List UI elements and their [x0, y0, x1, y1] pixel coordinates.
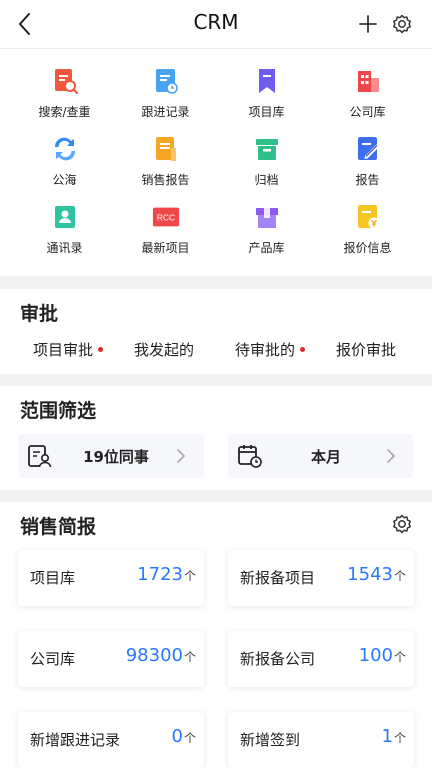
chevron-right-icon	[177, 449, 185, 463]
grid-label: 搜索/查重	[38, 105, 91, 119]
quote-yen-icon	[357, 205, 379, 229]
report-pen-icon	[357, 137, 379, 160]
colleague-filter-button[interactable]: 19位同事	[18, 434, 204, 478]
stat-number: 1	[381, 726, 393, 747]
stat-card-company-library[interactable]: 公司库 98300个	[18, 631, 204, 687]
grid-item-public-sea[interactable]: 公海	[14, 129, 115, 197]
project-bookmark-icon	[258, 69, 275, 93]
stat-value: 100个	[359, 645, 406, 666]
grid-label: 产品库	[248, 241, 285, 255]
approval-section: 审批 项目审批 我发起的 待审批的 报价审批	[0, 289, 432, 374]
stat-unit: 个	[393, 569, 406, 583]
rcc-icon: RCC	[152, 207, 179, 227]
function-grid-card: 搜索/查重 跟进记录 项目库 公司库 公海 销售报告 归档 报告 通讯录 RCC…	[0, 48, 432, 276]
grid-item-company-library[interactable]: 公司库	[317, 61, 418, 129]
approval-label: 报价审批	[336, 341, 397, 359]
grid-item-project-library[interactable]: 项目库	[216, 61, 317, 129]
stat-unit: 个	[393, 650, 406, 664]
approval-item-pending[interactable]: 待审批的	[235, 339, 306, 360]
grid-label: 跟进记录	[141, 105, 190, 119]
stat-number: 0	[171, 726, 183, 747]
company-building-icon	[357, 71, 379, 92]
grid-item-product-library[interactable]: 产品库	[216, 197, 317, 265]
grid-item-report[interactable]: 报告	[317, 129, 418, 197]
stat-unit: 个	[183, 731, 196, 745]
stat-unit: 个	[183, 569, 196, 583]
function-grid: 搜索/查重 跟进记录 项目库 公司库 公海 销售报告 归档 报告 通讯录 RCC…	[14, 61, 418, 265]
stat-label: 新报备公司	[240, 650, 316, 668]
grid-item-quote-info[interactable]: 报价信息	[317, 197, 418, 265]
grid-item-latest-projects[interactable]: RCC 最新项目	[115, 197, 216, 265]
stat-label: 项目库	[30, 569, 76, 587]
stat-value: 1723个	[137, 564, 196, 585]
stat-value: 98300个	[126, 645, 196, 666]
stat-card-new-follow-records[interactable]: 新增跟进记录 0个	[18, 712, 204, 768]
colleague-count: 19位同事	[83, 448, 149, 466]
approval-label: 待审批的	[235, 341, 296, 359]
stat-value: 0个	[172, 726, 196, 747]
stat-label: 新增跟进记录	[30, 731, 121, 749]
grid-label: 报价信息	[343, 241, 392, 255]
approval-row: 项目审批 我发起的 待审批的 报价审批	[0, 339, 432, 365]
public-sea-icon	[54, 137, 75, 161]
stat-value: 1543个	[347, 564, 406, 585]
stat-number: 100	[358, 645, 393, 666]
grid-label: 归档	[254, 173, 279, 187]
grid-label: 公司库	[349, 105, 386, 119]
approval-item-initiated[interactable]: 我发起的	[134, 339, 194, 360]
archive-icon	[255, 139, 278, 160]
section-title: 审批	[20, 303, 59, 325]
stat-card-new-projects[interactable]: 新报备项目 1543个	[228, 550, 414, 606]
search-doc-icon	[54, 69, 78, 95]
grid-label: 最新项目	[141, 241, 190, 255]
contacts-icon	[54, 206, 75, 228]
stat-label: 公司库	[30, 650, 76, 668]
stat-unit: 个	[183, 650, 196, 664]
approval-item-project[interactable]: 项目审批	[33, 339, 104, 360]
grid-item-search[interactable]: 搜索/查重	[14, 61, 115, 129]
stat-number: 1543	[347, 564, 393, 585]
stat-number: 1723	[137, 564, 183, 585]
approval-label: 项目审批	[33, 341, 94, 359]
grid-label: 公海	[52, 173, 77, 187]
follow-record-icon	[155, 69, 178, 94]
grid-item-follow-record[interactable]: 跟进记录	[115, 61, 216, 129]
svg-text:RCC: RCC	[156, 213, 174, 223]
approval-label: 我发起的	[134, 341, 195, 359]
grid-label: 通讯录	[46, 241, 83, 255]
stat-label: 新报备项目	[240, 569, 316, 587]
stat-card-new-checkins[interactable]: 新增签到 1个	[228, 712, 414, 768]
grid-label: 报告	[355, 173, 380, 187]
plus-icon[interactable]	[356, 12, 380, 36]
stat-value: 1个	[382, 726, 406, 747]
stat-unit: 个	[393, 731, 406, 745]
product-box-icon	[255, 208, 278, 228]
calendar-clock-icon	[238, 445, 262, 468]
period-filter-button[interactable]: 本月	[228, 434, 414, 478]
sales-report-icon	[155, 137, 176, 161]
top-bar: CRM	[0, 0, 432, 48]
unread-dot	[98, 347, 104, 352]
colleagues-icon	[28, 445, 52, 468]
grid-label: 项目库	[248, 105, 285, 119]
stat-card-project-library[interactable]: 项目库 1723个	[18, 550, 204, 606]
grid-label: 销售报告	[141, 173, 190, 187]
stat-label: 新增签到	[240, 731, 301, 749]
approval-item-quote[interactable]: 报价审批	[336, 339, 396, 360]
stat-card-new-companies[interactable]: 新报备公司 100个	[228, 631, 414, 687]
section-title: 销售简报	[20, 516, 97, 538]
grid-item-archive[interactable]: 归档	[216, 129, 317, 197]
scope-filter-section: 范围筛选 19位同事 本月	[0, 386, 432, 490]
grid-item-sales-report[interactable]: 销售报告	[115, 129, 216, 197]
gear-icon[interactable]	[390, 12, 414, 36]
unread-dot	[300, 347, 306, 352]
gear-icon[interactable]	[390, 512, 414, 536]
grid-item-contacts[interactable]: 通讯录	[14, 197, 115, 265]
sales-brief-section: 销售简报 项目库 1723个 新报备项目 1543个 公司库 98300个 新报…	[0, 502, 432, 768]
chevron-right-icon	[387, 449, 395, 463]
stat-number: 98300	[125, 645, 183, 666]
section-title: 范围筛选	[20, 400, 97, 422]
period-value: 本月	[310, 448, 341, 466]
